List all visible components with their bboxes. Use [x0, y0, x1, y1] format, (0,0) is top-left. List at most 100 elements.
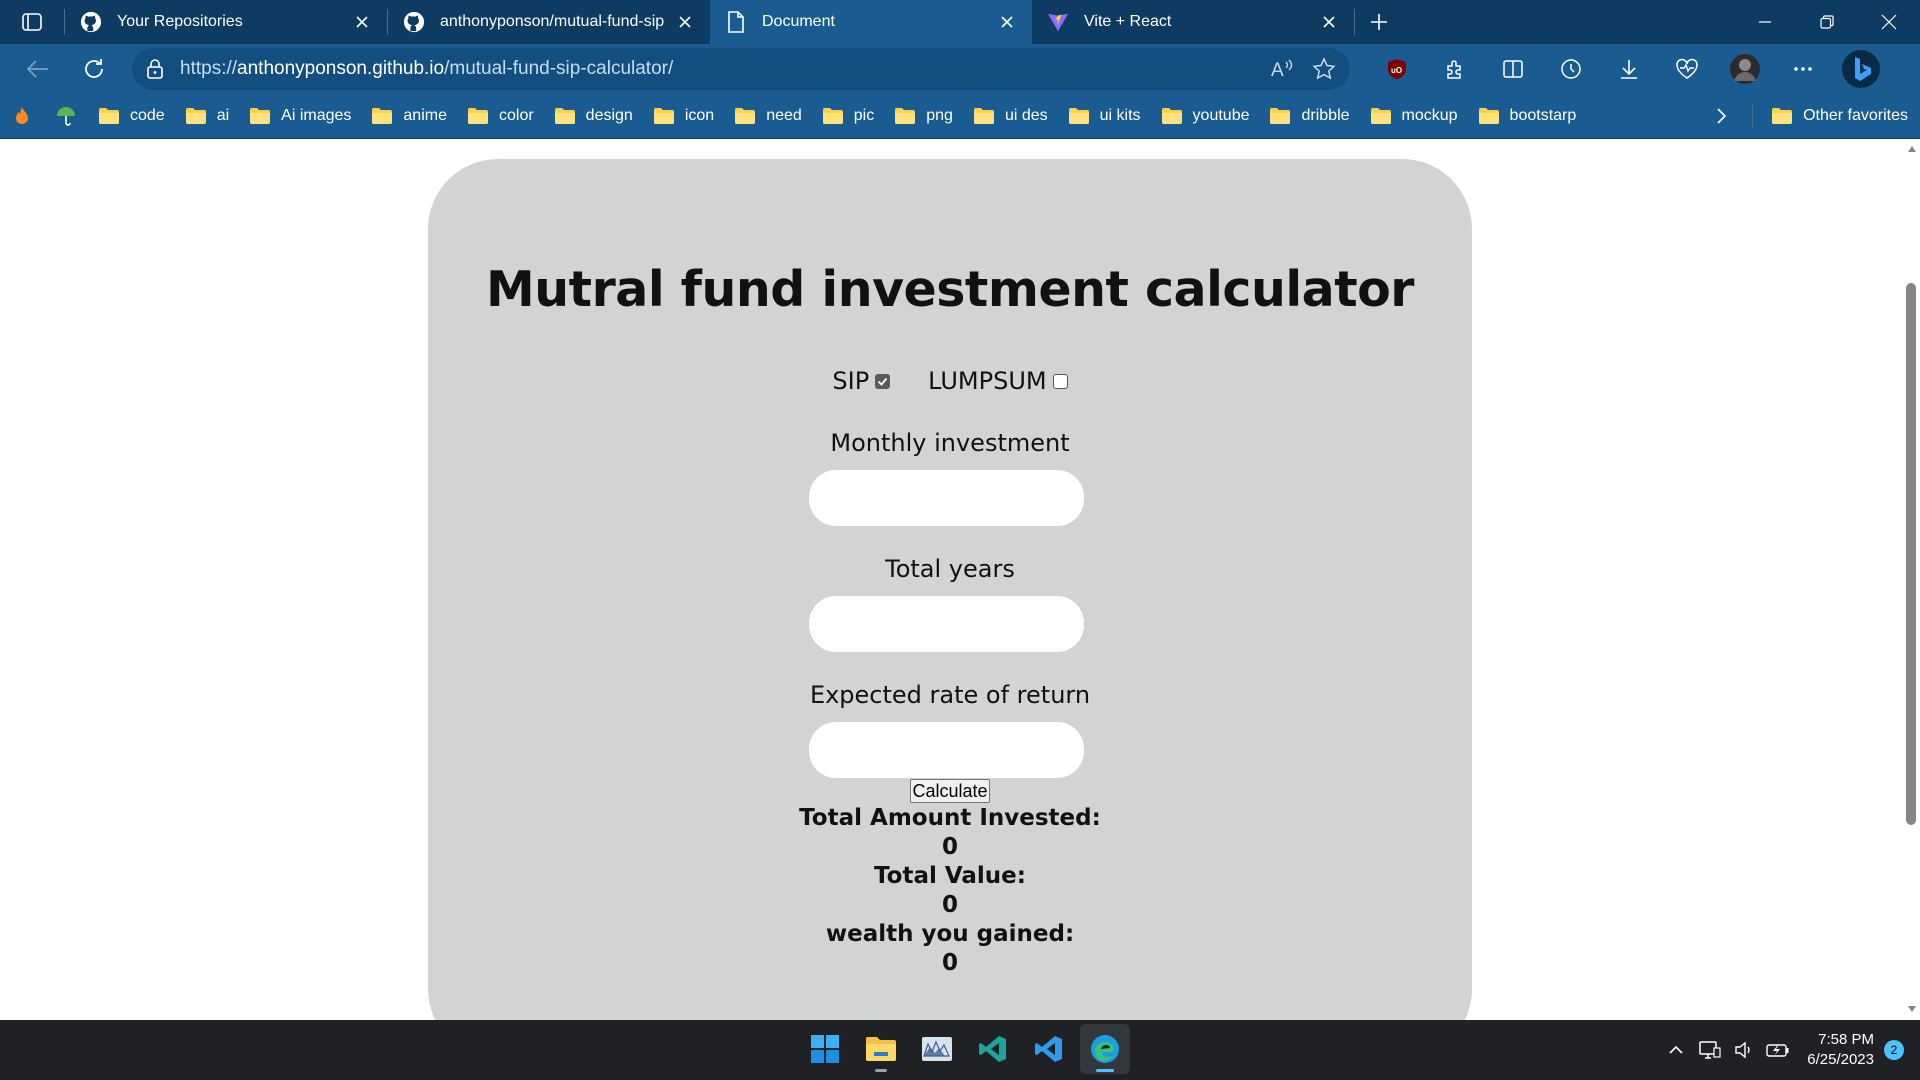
network-button[interactable] [1695, 1035, 1725, 1065]
bookmark-app-1[interactable] [0, 94, 44, 138]
restore-button[interactable] [1796, 0, 1858, 44]
running-indicator [875, 1069, 887, 1072]
close-icon[interactable] [674, 11, 696, 33]
volume-button[interactable] [1729, 1035, 1759, 1065]
close-icon[interactable] [996, 11, 1018, 33]
lumpsum-option[interactable]: LUMPSUM [928, 367, 1068, 395]
bookmark-folder[interactable]: Ai images [239, 94, 361, 138]
bookmark-app-2[interactable] [44, 94, 88, 138]
history-icon [1561, 59, 1581, 79]
close-icon[interactable] [351, 11, 373, 33]
tab-title: Your Repositories [117, 13, 243, 30]
tab-actions-button[interactable] [0, 0, 64, 44]
bookmark-folder[interactable]: need [724, 94, 812, 138]
sip-option[interactable]: SIP [832, 367, 891, 395]
vscode-button[interactable] [1024, 1024, 1074, 1074]
bookmark-folder[interactable]: mockup [1360, 94, 1468, 138]
umbrella-icon [57, 107, 75, 126]
bookmark-folder[interactable]: ui kits [1058, 94, 1151, 138]
system-tray: 7:58 PM 6/25/2023 2 [1659, 1020, 1920, 1080]
tab-vite-react[interactable]: Vite + React [1032, 0, 1354, 44]
bookmark-folder[interactable]: ui des [963, 94, 1058, 138]
edge-browser-button[interactable] [1080, 1024, 1130, 1074]
extensions-button[interactable] [1426, 47, 1484, 91]
running-indicator [1096, 1069, 1114, 1072]
downloads-button[interactable] [1600, 47, 1658, 91]
folder-icon [895, 108, 916, 124]
taskbar-apps [800, 1024, 1130, 1074]
bookmark-label: Ai images [281, 107, 352, 124]
bing-chat-button[interactable] [1832, 47, 1890, 91]
notification-badge[interactable]: 2 [1884, 1040, 1904, 1060]
file-explorer-button[interactable] [856, 1024, 906, 1074]
tab-title: Document [762, 13, 835, 30]
close-window-button[interactable] [1858, 0, 1920, 44]
github-icon [402, 10, 426, 34]
new-tab-button[interactable] [1355, 0, 1403, 44]
sidebar-icon [22, 13, 42, 31]
page-title: Mutral fund investment calculator [486, 261, 1414, 318]
bookmark-folder[interactable]: design [544, 94, 643, 138]
start-button[interactable] [800, 1024, 850, 1074]
monitor-network-icon [1699, 1041, 1721, 1059]
scrollbar-thumb[interactable] [1906, 283, 1916, 825]
refresh-button[interactable] [66, 47, 122, 91]
other-favorites-folder[interactable]: Other favorites [1761, 94, 1920, 138]
back-button[interactable] [10, 47, 66, 91]
lumpsum-checkbox[interactable] [1052, 373, 1068, 389]
address-bar[interactable]: https://anthonyponson.github.io/mutual-f… [132, 48, 1350, 90]
heart-pulse-icon [1676, 58, 1698, 79]
close-icon[interactable] [1318, 11, 1340, 33]
monthly-investment-input[interactable] [809, 470, 1084, 526]
clock[interactable]: 7:58 PM 6/25/2023 [1807, 1030, 1874, 1070]
scroll-up-icon[interactable] [1907, 145, 1917, 153]
folder-icon [554, 108, 575, 124]
tab-document[interactable]: Document [710, 0, 1032, 44]
split-screen-icon [1503, 60, 1523, 78]
more-bookmarks-button[interactable] [1700, 107, 1744, 125]
expected-return-label: Expected rate of return [809, 681, 1091, 709]
total-years-input[interactable] [809, 596, 1084, 652]
puzzle-icon [1447, 60, 1461, 79]
bookmark-folder[interactable]: pic [812, 94, 884, 138]
url-text[interactable]: https://anthonyponson.github.io/mutual-f… [180, 58, 1270, 80]
bookmark-folder[interactable]: dribble [1259, 94, 1359, 138]
folder-icon [185, 108, 206, 124]
profile-button[interactable] [1716, 47, 1774, 91]
lock-icon[interactable] [146, 59, 164, 79]
bookmark-label: ui des [1004, 107, 1048, 124]
bookmark-folder[interactable]: youtube [1151, 94, 1260, 138]
speaker-icon [1735, 1041, 1750, 1059]
battery-button[interactable] [1763, 1035, 1793, 1065]
scroll-down-icon[interactable] [1907, 1005, 1917, 1013]
minimize-button[interactable] [1734, 0, 1796, 44]
more-options-button[interactable] [1774, 47, 1832, 91]
bookmark-folder[interactable]: anime [361, 94, 457, 138]
favorite-star-icon[interactable] [1312, 57, 1336, 81]
visual-studio-button[interactable] [968, 1024, 1018, 1074]
folder-icon [822, 108, 843, 124]
bookmark-label: code [130, 107, 165, 124]
total-years-label: Total years [885, 555, 1015, 583]
calculate-button[interactable]: Calculate [910, 779, 990, 803]
browser-essentials-button[interactable] [1658, 47, 1716, 91]
svg-text:A: A [1271, 60, 1284, 80]
tab-mutual-fund-repo[interactable]: anthonyponson/mutual-fund-sip [388, 0, 710, 44]
expected-return-input[interactable] [809, 722, 1084, 778]
bookmark-folder[interactable]: ai [175, 94, 239, 138]
history-button[interactable] [1542, 47, 1600, 91]
bookmark-folder[interactable]: color [457, 94, 544, 138]
ublock-extension-button[interactable]: uO [1368, 47, 1426, 91]
folder-icon [1772, 108, 1793, 124]
bookmark-folder[interactable]: bootstarp [1468, 94, 1587, 138]
read-aloud-icon[interactable]: A [1270, 58, 1294, 80]
bookmark-folder[interactable]: png [884, 94, 963, 138]
sip-checkbox[interactable] [875, 373, 891, 389]
bookmark-folder[interactable]: code [88, 94, 175, 138]
bookmark-folder[interactable]: icon [643, 94, 724, 138]
photos-app-button[interactable] [912, 1024, 962, 1074]
tab-your-repositories[interactable]: Your Repositories [65, 0, 387, 44]
split-screen-button[interactable] [1484, 47, 1542, 91]
bookmark-label: Other favorites [1803, 107, 1908, 124]
show-hidden-icons-button[interactable] [1661, 1035, 1691, 1065]
